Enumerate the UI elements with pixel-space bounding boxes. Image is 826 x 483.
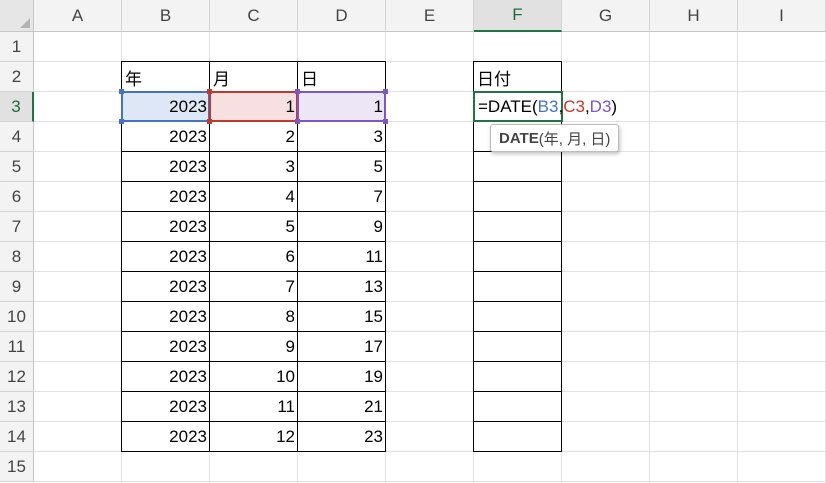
row-header-8[interactable]: 8 <box>0 242 34 272</box>
cell-year[interactable]: 2023 <box>122 422 210 452</box>
formula-prefix: =DATE( <box>478 96 538 116</box>
reference-d3-handle[interactable] <box>295 89 300 94</box>
cell-day[interactable]: 17 <box>298 332 386 362</box>
header-month[interactable]: 月 <box>210 62 298 92</box>
result-hline <box>474 241 562 242</box>
column-header-c[interactable]: C <box>210 0 298 32</box>
cell-month[interactable]: 11 <box>210 392 298 422</box>
column-header-d[interactable]: D <box>298 0 386 32</box>
row-header-9[interactable]: 9 <box>0 272 34 302</box>
cell-day[interactable]: 23 <box>298 422 386 452</box>
cell-day[interactable]: 11 <box>298 242 386 272</box>
reference-b3-handle[interactable] <box>119 89 124 94</box>
header-day[interactable]: 日 <box>298 62 386 92</box>
formula-ref2: C3 <box>563 96 585 116</box>
header-date[interactable]: 日付 <box>474 62 562 92</box>
result-hline <box>474 181 562 182</box>
formula-ref1: B3 <box>537 96 559 116</box>
result-hline <box>474 211 562 212</box>
row-header-14[interactable]: 14 <box>0 422 34 452</box>
result-hline <box>474 271 562 272</box>
select-all-corner[interactable] <box>0 0 34 32</box>
spreadsheet: ABCDEFGHI 1 2 3 4 5 6 7 8 9 10 11 12 13 14 15 年月日日付 202… <box>0 0 826 483</box>
cell-day[interactable]: 5 <box>298 152 386 182</box>
function-tooltip[interactable]: DATE (年, 月, 日) <box>490 124 620 152</box>
result-hline <box>474 301 562 302</box>
cell-year[interactable]: 2023 <box>122 242 210 272</box>
cell-day[interactable]: 9 <box>298 212 386 242</box>
result-hline <box>474 361 562 362</box>
column-header-a[interactable]: A <box>34 0 122 32</box>
cell-day[interactable]: 13 <box>298 272 386 302</box>
cell-day[interactable]: 3 <box>298 122 386 152</box>
result-hline <box>474 421 562 422</box>
cell-day[interactable]: 19 <box>298 362 386 392</box>
reference-b3 <box>121 91 210 122</box>
row-header-15[interactable]: 15 <box>0 452 34 482</box>
cell-month[interactable]: 10 <box>210 362 298 392</box>
cell-month[interactable]: 7 <box>210 272 298 302</box>
row-header-10[interactable]: 10 <box>0 302 34 332</box>
column-header-i[interactable]: I <box>738 0 826 32</box>
reference-c3-handle[interactable] <box>207 119 212 124</box>
active-cell-f3[interactable]: =DATE(B3, C3, D3) <box>473 91 617 122</box>
formula-suffix: ) <box>611 96 618 116</box>
tooltip-arguments: (年, 月, 日) <box>538 130 611 148</box>
result-hline <box>474 391 562 392</box>
gridline-vertical <box>649 32 650 483</box>
select-all-triangle-icon <box>20 18 30 28</box>
result-hline <box>474 331 562 332</box>
cell-year[interactable]: 2023 <box>122 272 210 302</box>
reference-d3-handle[interactable] <box>383 119 388 124</box>
row-header-11[interactable]: 11 <box>0 332 34 362</box>
cell-month[interactable]: 9 <box>210 332 298 362</box>
column-header-b[interactable]: B <box>122 0 210 32</box>
row-header-2[interactable]: 2 <box>0 62 34 92</box>
row-header-12[interactable]: 12 <box>0 362 34 392</box>
cell-day[interactable]: 7 <box>298 182 386 212</box>
column-header-g[interactable]: G <box>562 0 650 32</box>
gridline-vertical <box>737 32 738 483</box>
cell-year[interactable]: 2023 <box>122 212 210 242</box>
reference-d3 <box>297 91 386 122</box>
cell-month[interactable]: 6 <box>210 242 298 272</box>
reference-d3-handle[interactable] <box>295 119 300 124</box>
column-header-h[interactable]: H <box>650 0 738 32</box>
cell-day[interactable]: 15 <box>298 302 386 332</box>
reference-c3-handle[interactable] <box>207 89 212 94</box>
reference-b3-handle[interactable] <box>119 119 124 124</box>
cell-year[interactable]: 2023 <box>122 332 210 362</box>
reference-d3-handle[interactable] <box>383 89 388 94</box>
cell-month[interactable]: 2 <box>210 122 298 152</box>
header-year[interactable]: 年 <box>122 62 210 92</box>
cell-day[interactable]: 21 <box>298 392 386 422</box>
cell-year[interactable]: 2023 <box>122 182 210 212</box>
cell-month[interactable]: 8 <box>210 302 298 332</box>
gridline-horizontal <box>34 481 826 482</box>
cell-year[interactable]: 2023 <box>122 152 210 182</box>
cell-month[interactable]: 4 <box>210 182 298 212</box>
row-header-4[interactable]: 4 <box>0 122 34 152</box>
row-header-3[interactable]: 3 <box>0 92 34 122</box>
formula-ref3: D3 <box>589 96 612 116</box>
cell-year[interactable]: 2023 <box>122 362 210 392</box>
reference-c3 <box>209 91 298 122</box>
cell-month[interactable]: 5 <box>210 212 298 242</box>
cell-year[interactable]: 2023 <box>122 122 210 152</box>
cell-month[interactable]: 12 <box>210 422 298 452</box>
row-header-5[interactable]: 5 <box>0 152 34 182</box>
cell-month[interactable]: 3 <box>210 152 298 182</box>
row-header-6[interactable]: 6 <box>0 182 34 212</box>
column-header-f[interactable]: F <box>474 0 562 32</box>
column-header-e[interactable]: E <box>386 0 474 32</box>
tooltip-function-name[interactable]: DATE <box>499 130 539 147</box>
row-header-13[interactable]: 13 <box>0 392 34 422</box>
cell-year[interactable]: 2023 <box>122 302 210 332</box>
row-header-1[interactable]: 1 <box>0 32 34 62</box>
cell-year[interactable]: 2023 <box>122 392 210 422</box>
row-header-7[interactable]: 7 <box>0 212 34 242</box>
